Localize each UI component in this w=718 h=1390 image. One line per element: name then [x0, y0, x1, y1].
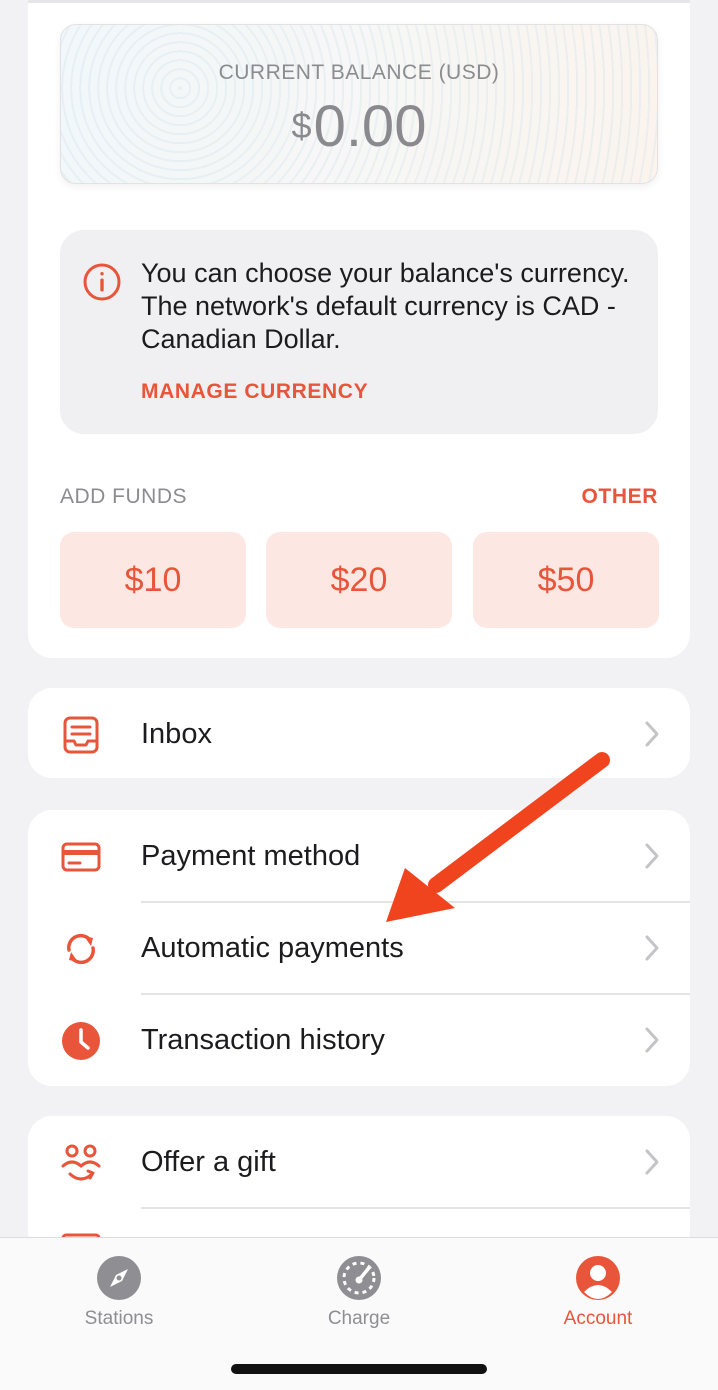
user-icon [576, 1256, 620, 1300]
tab-charge[interactable]: Charge [284, 1254, 434, 1330]
divider [141, 1207, 690, 1209]
menu-item-offer-gift[interactable]: Offer a gift [28, 1116, 690, 1208]
chevron-right-icon [645, 1027, 659, 1053]
menu-item-label: Payment method [141, 840, 361, 872]
compass-icon [97, 1256, 141, 1300]
currency-symbol: $ [291, 105, 312, 146]
chevron-right-icon [645, 935, 659, 961]
menu-item-label: Transaction history [141, 1024, 385, 1056]
add-funds-label: ADD FUNDS [60, 485, 188, 508]
currency-notice-text: You can choose your balance's currency. … [141, 258, 630, 354]
menu-item-automatic-payments[interactable]: Automatic payments [28, 902, 690, 994]
balance-card: CURRENT BALANCE (USD) $0.00 [60, 24, 658, 184]
balance-label: CURRENT BALANCE (USD) [218, 61, 500, 84]
tab-stations[interactable]: Stations [44, 1254, 194, 1330]
add-50-button[interactable]: $50 [473, 532, 659, 628]
refresh-cycle-icon [67, 933, 95, 965]
menu-item-label: Inbox [141, 718, 212, 750]
other-amount-link[interactable]: OTHER [582, 485, 659, 509]
home-indicator [231, 1364, 487, 1374]
chevron-right-icon [645, 1149, 659, 1175]
inbox-tray-icon [63, 716, 99, 754]
add-10-button[interactable]: $10 [60, 532, 246, 628]
tab-label: Account [563, 1308, 633, 1329]
tab-label: Charge [327, 1308, 391, 1329]
clock-icon [62, 1022, 100, 1060]
menu-item-label: Automatic payments [141, 932, 404, 964]
menu-item-label: Offer a gift [141, 1146, 276, 1178]
menu-item-transaction-history[interactable]: Transaction history [28, 994, 690, 1086]
balance-value: 0.00 [313, 94, 427, 159]
gift-group: Offer a gift [28, 1116, 690, 1256]
tab-label: Stations [84, 1308, 154, 1329]
chevron-right-icon [645, 843, 659, 869]
info-circle-icon [83, 263, 121, 301]
inbox-group: Inbox [28, 688, 690, 778]
menu-item-inbox[interactable]: Inbox [28, 688, 690, 778]
currency-notice: You can choose your balance's currency. … [60, 230, 658, 434]
credit-card-icon [61, 842, 101, 872]
speedometer-icon [337, 1256, 381, 1300]
menu-item-payment-method[interactable]: Payment method [28, 810, 690, 902]
payments-group: Payment method Automatic payments Transa… [28, 810, 690, 1086]
add-20-button[interactable]: $20 [266, 532, 452, 628]
people-gift-icon [61, 1144, 101, 1181]
chevron-right-icon [645, 721, 659, 747]
manage-currency-link[interactable]: MANAGE CURRENCY [141, 380, 368, 404]
balance-amount: $0.00 [61, 93, 657, 160]
tab-account[interactable]: Account [523, 1254, 673, 1330]
